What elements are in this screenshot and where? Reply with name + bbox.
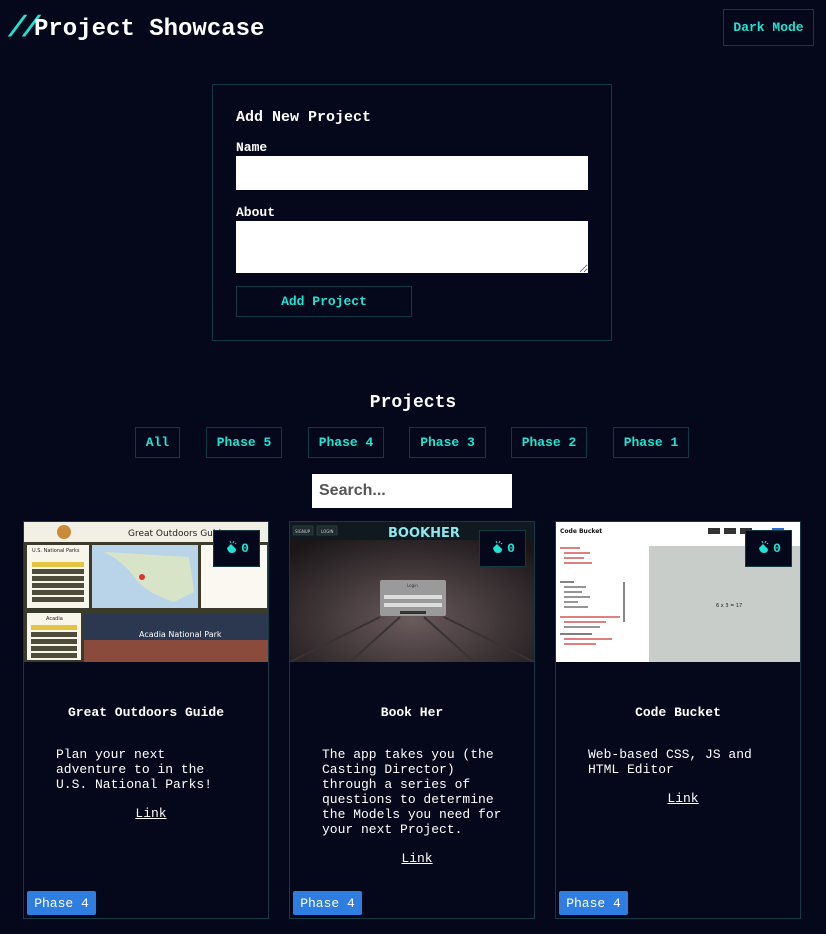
app-title: Project Showcase <box>34 16 265 43</box>
card-description: The app takes you (the Casting Director)… <box>322 747 502 837</box>
card-title: Code Bucket <box>635 705 721 720</box>
card-link[interactable]: Link <box>588 791 778 806</box>
about-textarea[interactable] <box>236 221 588 273</box>
thumb-logo: BOOKHER <box>388 526 460 541</box>
card-about: The app takes you (the Casting Director)… <box>322 732 512 881</box>
clap-icon <box>224 539 240 559</box>
card-link[interactable]: Link <box>322 851 512 866</box>
filter-phase-1-button[interactable]: Phase 1 <box>613 427 689 458</box>
card-about: Web-based CSS, JS and HTML Editor Link <box>588 732 778 821</box>
clap-icon <box>490 539 506 559</box>
add-project-form: Add New Project Name About Add Project <box>212 84 612 341</box>
phase-badge: Phase 4 <box>559 891 628 915</box>
card-title: Great Outdoors Guide <box>67 705 225 720</box>
card-link[interactable]: Link <box>56 806 246 821</box>
like-button[interactable]: 0 <box>479 530 526 567</box>
header: // Project Showcase Dark Mode <box>0 0 826 60</box>
filter-phase-2-button[interactable]: Phase 2 <box>511 427 587 458</box>
thumb-sidebar-title: U.S. National Parks <box>32 548 80 554</box>
project-card: Code Bucket 6 x 3 = 17 0 Code Bucket Web… <box>555 521 801 919</box>
filter-phase-3-button[interactable]: Phase 3 <box>409 427 486 458</box>
filter-all-button[interactable]: All <box>135 427 180 458</box>
add-project-button[interactable]: Add Project <box>236 286 412 317</box>
thumb-signup: SIGNUP <box>295 529 311 534</box>
clap-icon <box>756 539 772 559</box>
like-count: 0 <box>241 541 249 556</box>
project-thumbnail: Great Outdoors Guide U.S. National Parks… <box>24 522 268 662</box>
card-description: Plan your next adventure to in the U.S. … <box>56 747 213 792</box>
phase-badge: Phase 4 <box>293 891 362 915</box>
thumb-app-name: Code Bucket <box>560 528 602 535</box>
project-thumbnail: SIGNUP LOGIN BOOKHER Login 0 <box>290 522 534 662</box>
thumb-park-name: Acadia National Park <box>139 630 222 639</box>
thumb-dialog-title: Login <box>407 583 418 588</box>
project-card: SIGNUP LOGIN BOOKHER Login 0 Book Her Th… <box>289 521 535 919</box>
form-title: Add New Project <box>236 109 372 126</box>
phase-badge: Phase 4 <box>27 891 96 915</box>
like-count: 0 <box>773 541 781 556</box>
logo-icon: // <box>8 12 40 46</box>
card-description: Web-based CSS, JS and HTML Editor <box>588 747 752 777</box>
name-input[interactable] <box>236 156 588 190</box>
thumb-login: LOGIN <box>321 529 334 534</box>
project-card: Great Outdoors Guide U.S. National Parks… <box>23 521 269 919</box>
thumb-tab-label: Acadia <box>46 616 63 622</box>
card-about: Plan your next adventure to in the U.S. … <box>56 732 246 836</box>
filter-phase-4-button[interactable]: Phase 4 <box>308 427 384 458</box>
search-input[interactable] <box>312 474 512 508</box>
projects-heading: Projects <box>369 393 457 413</box>
filter-phase-5-button[interactable]: Phase 5 <box>206 427 282 458</box>
like-button[interactable]: 0 <box>213 530 260 567</box>
about-label: About <box>236 205 276 220</box>
dark-mode-button[interactable]: Dark Mode <box>723 9 814 46</box>
name-label: Name <box>236 140 268 155</box>
like-count: 0 <box>507 541 515 556</box>
card-title: Book Her <box>380 705 444 720</box>
thumb-preview-text: 6 x 3 = 17 <box>716 603 742 609</box>
like-button[interactable]: 0 <box>745 530 792 567</box>
project-thumbnail: Code Bucket 6 x 3 = 17 0 <box>556 522 800 662</box>
